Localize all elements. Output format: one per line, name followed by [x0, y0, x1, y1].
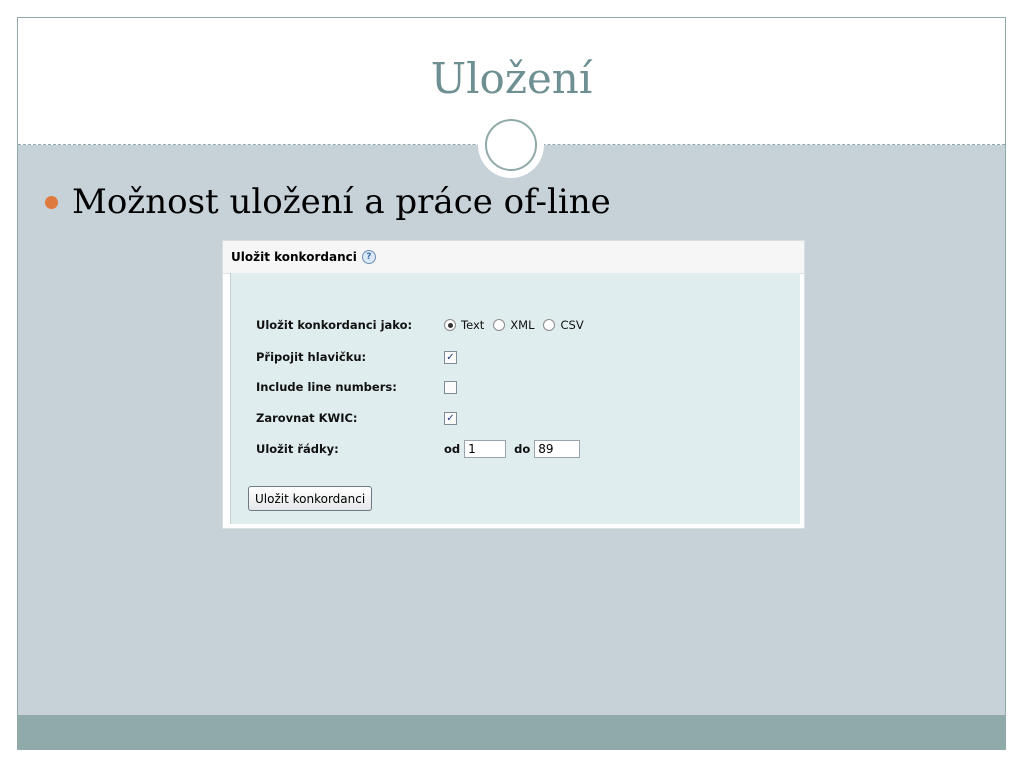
format-option-xml[interactable]: XML: [510, 318, 534, 332]
panel-title: Uložit konkordanci: [231, 250, 357, 264]
bullet-dot-icon: [45, 195, 58, 209]
help-icon[interactable]: ?: [361, 250, 376, 264]
bullet-text: Možnost uložení a práce of-line: [72, 182, 611, 222]
header-row: Připojit hlavičku: ✓: [256, 347, 457, 367]
panel-header: Uložit konkordanci ?: [223, 241, 804, 274]
header-label: Připojit hlavičku:: [256, 350, 367, 364]
format-option-csv[interactable]: CSV: [560, 318, 583, 332]
save-concordance-panel: Uložit konkordanci ? Uložit konkordanci …: [222, 240, 805, 529]
kwic-checkbox-icon[interactable]: ✓: [444, 411, 457, 425]
radio-icon-text[interactable]: [444, 319, 456, 331]
line-numbers-checkbox-icon[interactable]: [444, 380, 457, 394]
footer-bar: [18, 715, 1005, 749]
to-label: do: [514, 442, 531, 456]
header-checkbox-icon[interactable]: ✓: [444, 350, 457, 364]
format-row: Uložit konkordanci jako: Text XML CSV: [256, 315, 593, 335]
rows-row: Uložit řádky: od do: [256, 439, 588, 459]
line-numbers-label: Include line numbers:: [256, 380, 397, 394]
divider-circle-icon: [485, 119, 537, 171]
from-input[interactable]: [464, 440, 507, 458]
kwic-label: Zarovnat KWIC:: [256, 411, 358, 425]
slide: Uložení Možnost uložení a práce of-line …: [17, 17, 1006, 750]
to-input[interactable]: [534, 440, 581, 458]
radio-icon-xml[interactable]: [493, 319, 506, 331]
rows-label: Uložit řádky:: [256, 442, 339, 456]
kwic-row: Zarovnat KWIC: ✓: [256, 408, 457, 428]
save-concordance-button[interactable]: Uložit konkordanci: [248, 486, 373, 511]
format-label: Uložit konkordanci jako:: [256, 318, 413, 332]
slide-title: Uložení: [430, 54, 593, 103]
from-label: od: [444, 442, 461, 456]
panel-body: Uložit konkordanci jako: Text XML CSV Př…: [230, 273, 800, 524]
radio-icon-csv[interactable]: [543, 319, 556, 331]
bullet-item: Možnost uložení a práce of-line: [45, 182, 611, 222]
format-option-text[interactable]: Text: [461, 318, 484, 332]
line-numbers-row: Include line numbers:: [256, 377, 457, 397]
